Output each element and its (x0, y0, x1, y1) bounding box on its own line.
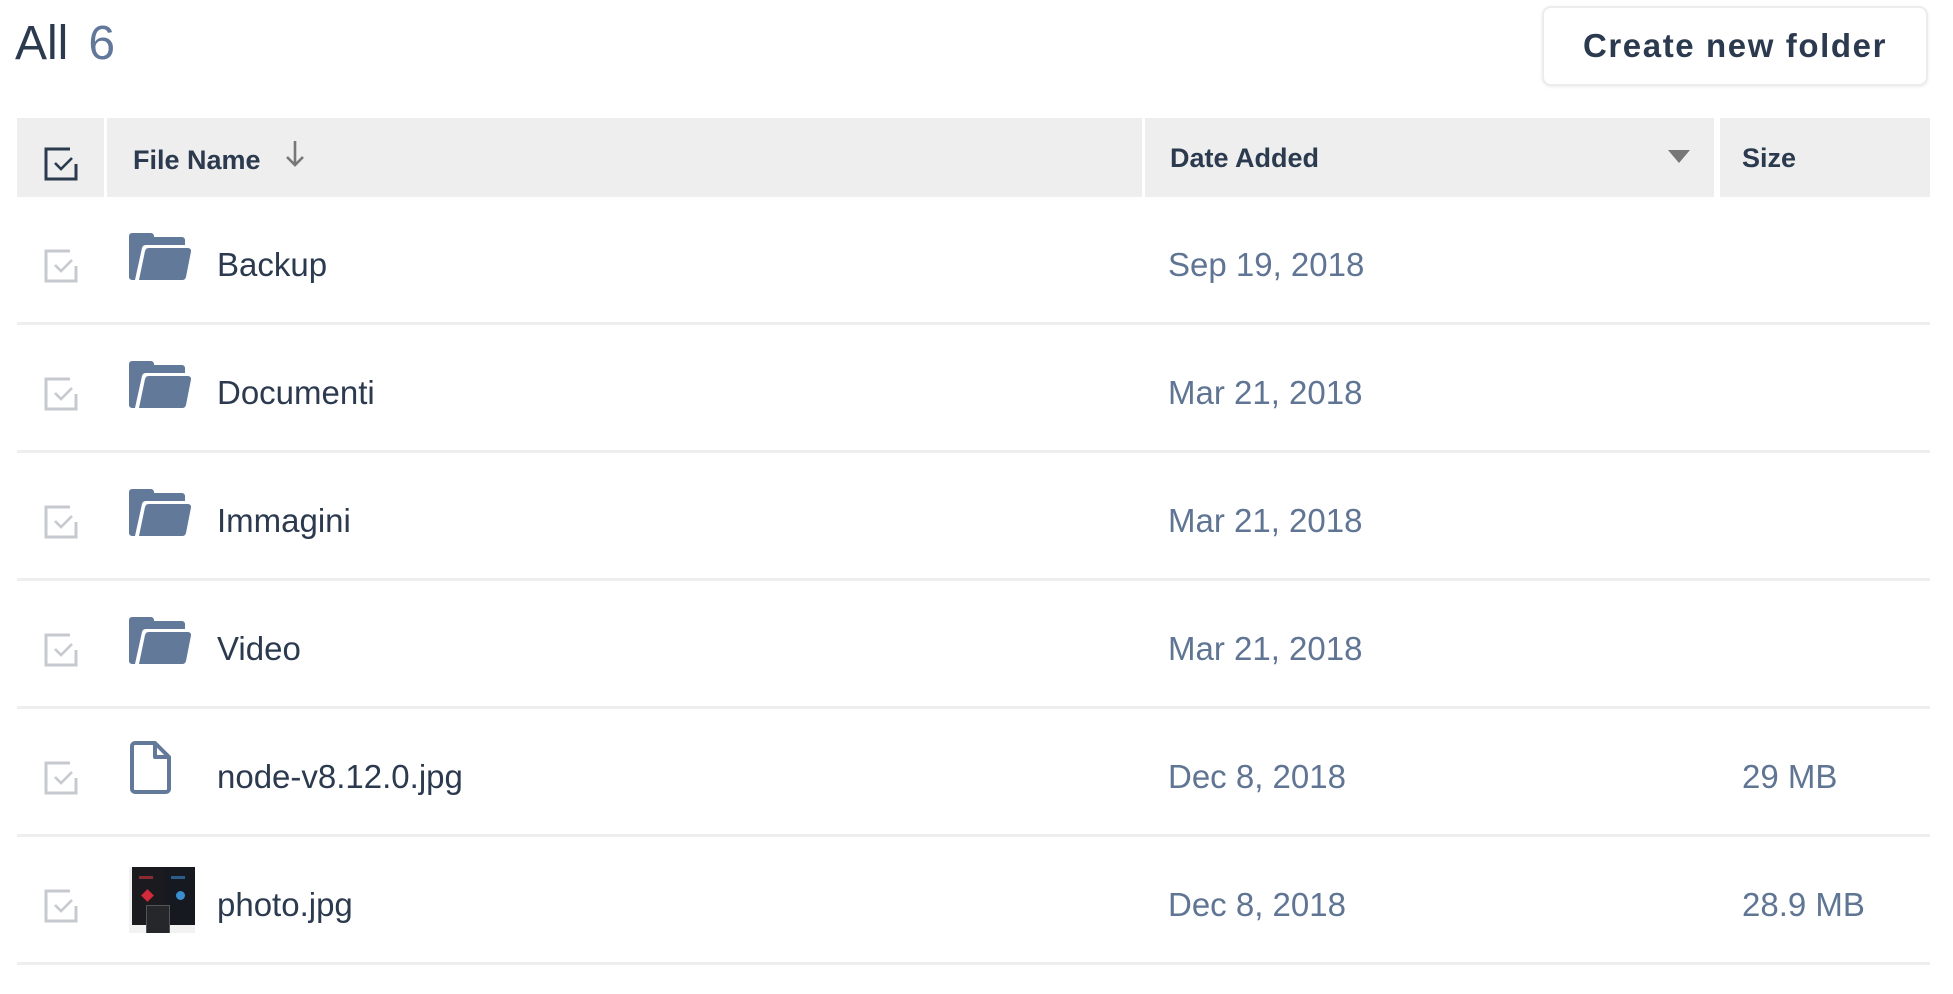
row-checkbox-icon[interactable] (43, 376, 79, 412)
page-heading: All 6 (15, 14, 115, 74)
file-name[interactable]: Documenti (217, 374, 375, 412)
column-header-date-added[interactable]: Date Added (1145, 118, 1714, 197)
table-row-documenti[interactable]: Documenti Mar 21, 2018 (17, 325, 1930, 453)
date-added: Mar 21, 2018 (1168, 630, 1363, 667)
image-thumbnail (129, 867, 195, 933)
row-checkbox-icon[interactable] (43, 632, 79, 668)
table-row-video[interactable]: Video Mar 21, 2018 (17, 581, 1930, 709)
column-label-date-added: Date Added (1170, 143, 1320, 173)
file-name[interactable]: Backup (217, 246, 327, 284)
column-header-size[interactable]: Size (1720, 118, 1930, 197)
date-added: Dec 8, 2018 (1168, 758, 1346, 795)
table-body: Backup Sep 19, 2018 Documenti Mar 21, 20… (17, 197, 1930, 965)
row-checkbox-icon[interactable] (43, 504, 79, 540)
table-header: File Name Date Added Size (17, 118, 1930, 197)
item-count: 6 (88, 17, 116, 70)
table-row-node-v8-12-0-jpg[interactable]: node-v8.12.0.jpg Dec 8, 2018 29 MB (17, 709, 1930, 837)
file-size: 28.9 MB (1742, 886, 1865, 923)
file-icon (130, 741, 171, 794)
table-row-immagini[interactable]: Immagini Mar 21, 2018 (17, 453, 1930, 581)
date-added: Mar 21, 2018 (1168, 374, 1363, 411)
arrow-down-icon[interactable] (285, 140, 305, 168)
file-name[interactable]: photo.jpg (217, 886, 353, 924)
select-all-cell[interactable] (17, 118, 104, 197)
file-name[interactable]: node-v8.12.0.jpg (217, 758, 463, 796)
date-added: Mar 21, 2018 (1168, 502, 1363, 539)
checkbox-checked-icon[interactable] (43, 146, 79, 182)
column-label-file-name: File Name (133, 145, 261, 175)
folder-open-icon (129, 233, 191, 281)
file-size: 29 MB (1742, 758, 1838, 795)
table-row-backup[interactable]: Backup Sep 19, 2018 (17, 197, 1930, 325)
row-checkbox-icon[interactable] (43, 760, 79, 796)
column-label-size: Size (1742, 143, 1797, 173)
row-checkbox-icon[interactable] (43, 888, 79, 924)
row-checkbox-icon[interactable] (43, 248, 79, 284)
folder-open-icon (129, 617, 191, 665)
create-new-folder-button[interactable]: Create new folder (1542, 6, 1928, 86)
column-header-file-name[interactable]: File Name (107, 118, 1142, 197)
file-table: File Name Date Added Size Backup Sep 19,… (17, 118, 1930, 965)
date-added: Sep 19, 2018 (1168, 246, 1365, 283)
filter-label: All (15, 17, 69, 70)
file-name[interactable]: Immagini (217, 502, 351, 540)
folder-open-icon (129, 361, 191, 409)
date-added: Dec 8, 2018 (1168, 886, 1346, 923)
folder-open-icon (129, 489, 191, 537)
file-name[interactable]: Video (217, 630, 301, 668)
table-row-photo-jpg[interactable]: photo.jpg Dec 8, 2018 28.9 MB (17, 837, 1930, 965)
triangle-down-icon[interactable] (1668, 150, 1690, 163)
